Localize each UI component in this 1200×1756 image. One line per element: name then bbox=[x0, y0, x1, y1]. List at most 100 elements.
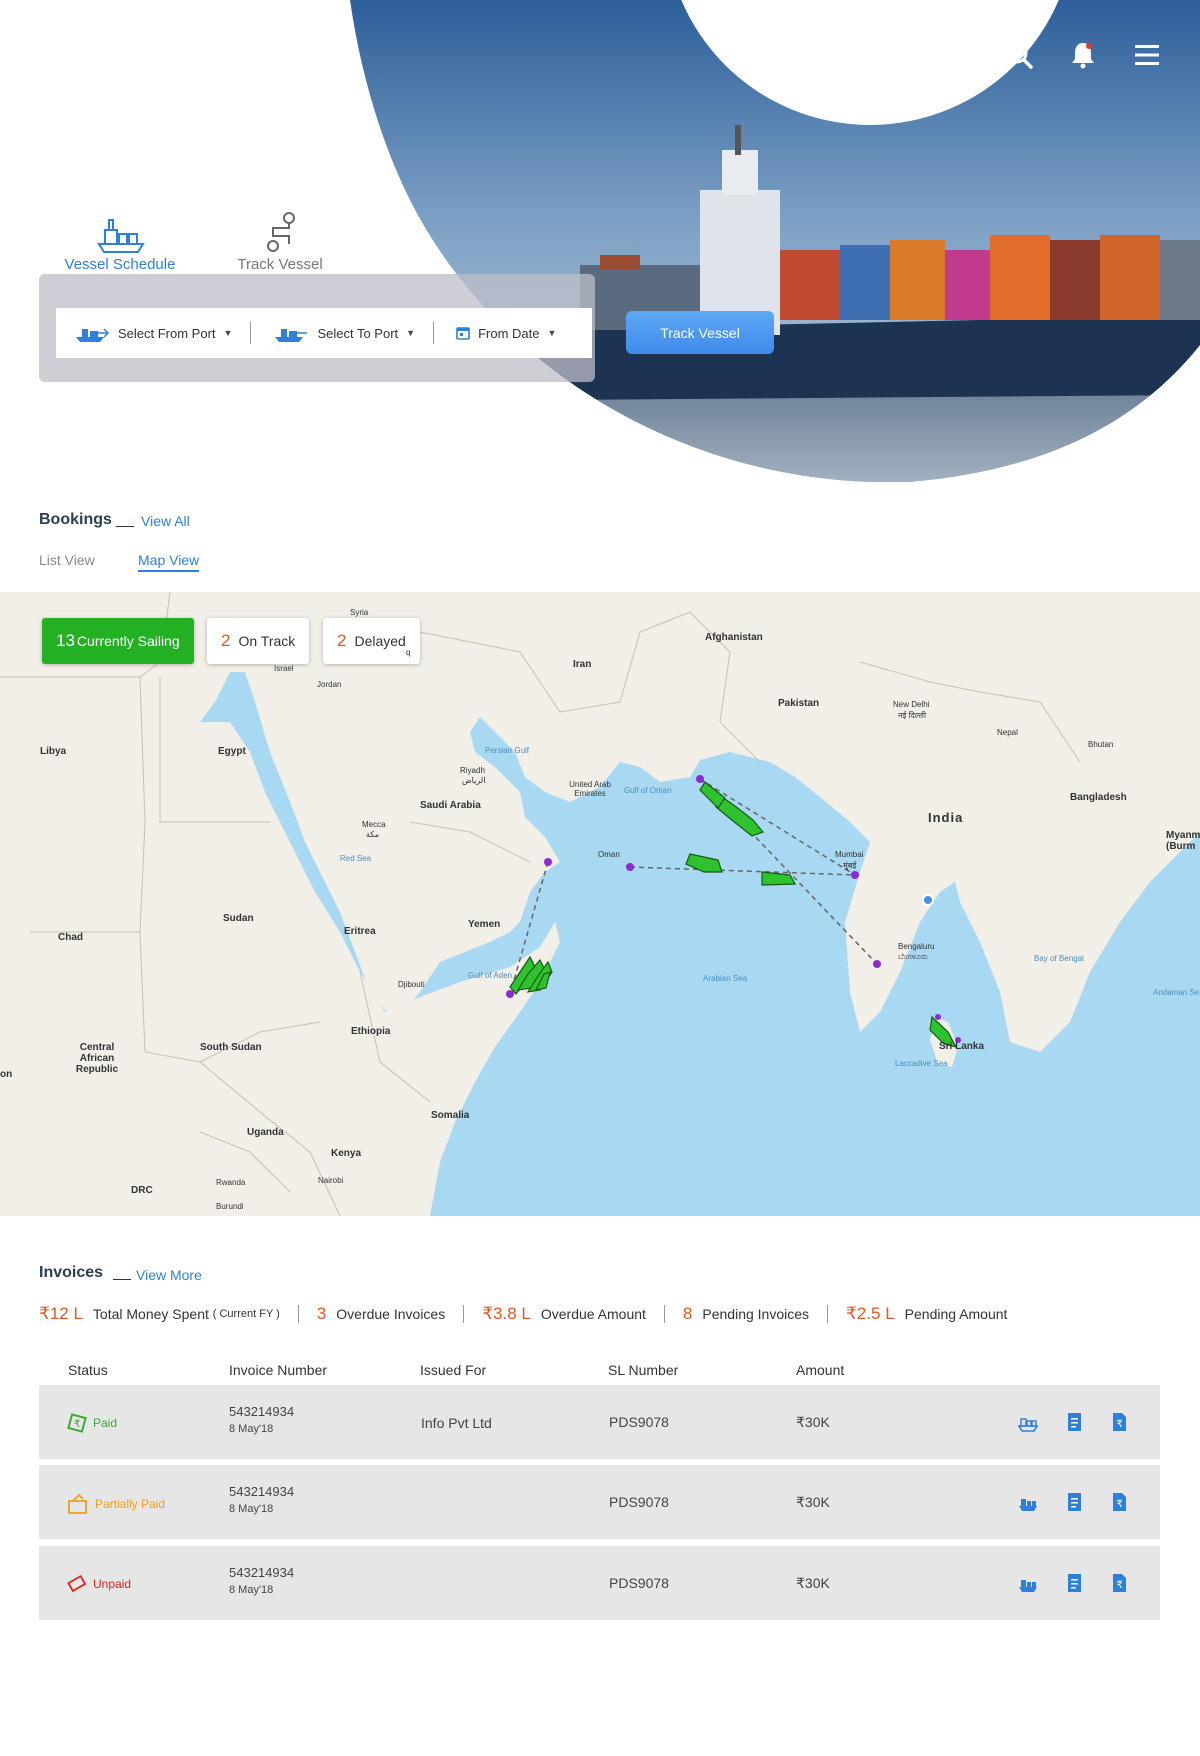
rupee-document-icon[interactable]: ₹ bbox=[1108, 1411, 1130, 1433]
search-icon[interactable] bbox=[1004, 40, 1034, 70]
search-form: Select From Port ▼ Select To Port ▼ From… bbox=[56, 308, 592, 358]
map-label: Ethiopia bbox=[351, 1026, 391, 1037]
menu-icon[interactable] bbox=[1132, 40, 1162, 70]
invoice-date: 8 May'18 bbox=[229, 1584, 274, 1596]
table-row[interactable]: ₹ Paid 543214934 8 May'18 Info Pvt Ltd P… bbox=[39, 1385, 1160, 1459]
ship-icon bbox=[275, 329, 308, 342]
map-label: Central African Republic bbox=[75, 1042, 119, 1075]
document-icon[interactable] bbox=[1063, 1411, 1085, 1433]
from-port-select[interactable]: Select From Port ▼ bbox=[56, 308, 232, 358]
status-label: Paid bbox=[93, 1416, 118, 1430]
summary-amount: ₹2.5 L bbox=[846, 1304, 895, 1323]
map-label: Bengaluru bbox=[898, 942, 935, 951]
track-vessel-button[interactable]: Track Vessel bbox=[626, 311, 774, 354]
invoice-number: 543214934 bbox=[229, 1484, 295, 1499]
on-track-chip[interactable]: 2 On Track bbox=[207, 618, 310, 664]
divider bbox=[116, 526, 134, 527]
map-label: Jordan bbox=[317, 680, 342, 689]
delayed-chip[interactable]: 2 Delayed bbox=[323, 618, 420, 664]
map-label: Eritrea bbox=[344, 926, 376, 937]
to-port-select[interactable]: Select To Port ▼ bbox=[255, 308, 415, 358]
amount: ₹30K bbox=[796, 1494, 830, 1510]
tab-vessel-schedule[interactable]: Vessel Schedule bbox=[64, 210, 176, 275]
invoices-view-more-link[interactable]: View More bbox=[136, 1267, 202, 1283]
map-label: South Sudan bbox=[200, 1042, 262, 1053]
tab-track-vessel[interactable]: Track Vessel bbox=[224, 210, 336, 275]
map-label: Mumbai bbox=[835, 850, 864, 859]
map-label: मुंबई bbox=[843, 861, 857, 870]
header-actions bbox=[1004, 40, 1162, 70]
map-label: Riyadh bbox=[460, 766, 485, 775]
column-header: Invoice Number bbox=[229, 1362, 328, 1378]
tab-map-view[interactable]: Map View bbox=[138, 552, 200, 572]
currently-sailing-label: Currently Sailing bbox=[76, 633, 180, 649]
map-label: Syria bbox=[350, 608, 369, 617]
summary-note: ( Current FY ) bbox=[212, 1308, 280, 1320]
summary-label: Total Money Spent bbox=[92, 1306, 209, 1322]
summary-label: Pending Invoices bbox=[702, 1306, 810, 1322]
table-row[interactable]: Unpaid 543214934 8 May'18 PDS9078 ₹30K ₹ bbox=[39, 1546, 1160, 1620]
calendar-icon bbox=[456, 327, 470, 340]
map-label: Laccadive Sea bbox=[895, 1059, 948, 1068]
map-label: Red Sea bbox=[340, 854, 372, 863]
map-label: United Arab Emirates bbox=[569, 780, 611, 798]
map-label: Burundi bbox=[216, 1202, 244, 1211]
svg-text:₹: ₹ bbox=[1116, 1580, 1122, 1591]
on-track-count: 2 bbox=[221, 631, 231, 650]
divider bbox=[433, 322, 435, 344]
map-label: Arabian Sea bbox=[703, 974, 748, 983]
divider bbox=[463, 1305, 465, 1323]
bookings-map[interactable]: 13 Currently Sailing 2 On Track 2 Delaye… bbox=[0, 592, 1200, 1216]
map-label: Uganda bbox=[247, 1127, 284, 1138]
ship-icon[interactable] bbox=[1017, 1572, 1039, 1594]
bell-icon[interactable] bbox=[1068, 40, 1098, 70]
status-badge: ₹ Paid bbox=[67, 1413, 117, 1433]
divider bbox=[250, 322, 252, 344]
map-label: ಬೆಂಗಳೂರು bbox=[898, 952, 928, 961]
map-label: Gulf of Oman bbox=[624, 786, 672, 795]
from-date-select[interactable]: From Date ▼ bbox=[438, 308, 556, 358]
column-header: Status bbox=[68, 1362, 108, 1378]
map-label: Yemen bbox=[468, 919, 501, 930]
rupee-document-icon[interactable]: ₹ bbox=[1108, 1572, 1130, 1594]
map-label: Rwanda bbox=[216, 1178, 246, 1187]
map-label: Mecca bbox=[362, 820, 386, 829]
svg-text:₹: ₹ bbox=[74, 1419, 80, 1430]
document-icon[interactable] bbox=[1063, 1491, 1085, 1513]
schedule-tabs: Vessel Schedule Track Vessel bbox=[64, 210, 336, 275]
status-label: Partially Paid bbox=[95, 1497, 166, 1511]
summary-amount: ₹12 L bbox=[39, 1304, 83, 1323]
table-row[interactable]: Partially Paid 543214934 8 May'18 PDS907… bbox=[39, 1465, 1160, 1539]
map-label: Persian Gulf bbox=[485, 746, 530, 755]
invoices-title: Invoices bbox=[39, 1264, 104, 1281]
document-icon[interactable] bbox=[1063, 1572, 1085, 1594]
column-header: SL Number bbox=[608, 1362, 679, 1378]
ship-icon[interactable] bbox=[1017, 1491, 1039, 1513]
map-label: Somalia bbox=[431, 1110, 470, 1121]
map-label: Nepal bbox=[997, 728, 1018, 737]
map-label: नई दिल्ली bbox=[898, 711, 927, 720]
bookings-title: Bookings bbox=[39, 511, 112, 528]
currently-sailing-chip[interactable]: 13 Currently Sailing bbox=[42, 618, 194, 664]
map-label: Egypt bbox=[218, 746, 246, 757]
map-label: Bay of Bengal bbox=[1034, 954, 1084, 963]
map-label: Andaman Se bbox=[1153, 988, 1200, 997]
map-base bbox=[0, 592, 1200, 1216]
map-label: India bbox=[928, 810, 964, 825]
bookings-view-all-link[interactable]: View All bbox=[141, 513, 190, 529]
map-label: Myanm (Burm bbox=[1166, 830, 1200, 852]
map-label: Sri Lanka bbox=[939, 1041, 985, 1052]
rupee-document-icon[interactable]: ₹ bbox=[1108, 1491, 1130, 1513]
map-label: q bbox=[406, 648, 411, 657]
divider bbox=[297, 1305, 299, 1323]
map-label: Saudi Arabia bbox=[420, 800, 481, 811]
sl-number: PDS9078 bbox=[609, 1414, 669, 1430]
status-badge: Unpaid bbox=[67, 1574, 131, 1594]
summary-label: Overdue Amount bbox=[540, 1306, 646, 1322]
to-port-label: Select To Port bbox=[317, 325, 399, 341]
caret-down-icon: ▼ bbox=[547, 328, 557, 338]
tab-list-view[interactable]: List View bbox=[39, 552, 95, 568]
amount: ₹30K bbox=[796, 1575, 830, 1591]
partially-paid-icon bbox=[68, 1493, 87, 1514]
ship-icon[interactable] bbox=[1017, 1411, 1039, 1433]
